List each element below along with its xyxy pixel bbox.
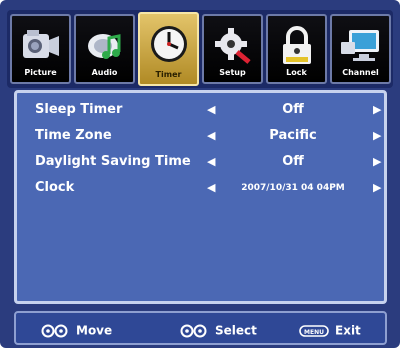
left-arrow-icon[interactable]: ◀ xyxy=(207,97,215,123)
tab-label: Picture xyxy=(24,68,57,77)
row-value: Off xyxy=(282,102,304,117)
tab-label: Audio xyxy=(91,68,118,77)
menu-tab-bar: Picture Audio Timer Setup Lock Channel xyxy=(7,10,393,88)
camera-icon xyxy=(22,30,59,58)
tab-label: Setup xyxy=(219,68,246,77)
tab-audio[interactable]: Audio xyxy=(74,14,135,84)
row-label: Sleep Timer xyxy=(35,102,123,117)
menu-row-sleep-timer[interactable]: Sleep Timer ◀ Off ▶ xyxy=(35,97,385,123)
lock-icon xyxy=(282,26,311,64)
help-move-label: Move xyxy=(76,323,113,338)
left-arrow-icon[interactable]: ◀ xyxy=(207,123,215,149)
select-keys-icon xyxy=(180,324,207,337)
help-move: Move xyxy=(40,321,112,339)
gear-icon xyxy=(214,28,251,64)
tab-setup[interactable]: Setup xyxy=(202,14,263,84)
left-arrow-icon[interactable]: ◀ xyxy=(207,149,215,175)
monitor-icon xyxy=(340,30,379,61)
navigation-keys-icon xyxy=(41,324,68,337)
help-bar: Move Select MENU Exit xyxy=(14,311,387,345)
help-exit: MENU Exit xyxy=(299,321,361,339)
tab-picture[interactable]: Picture xyxy=(10,14,71,84)
right-arrow-icon[interactable]: ▶ xyxy=(373,175,381,201)
right-arrow-icon[interactable]: ▶ xyxy=(373,149,381,175)
menu-key-text: MENU xyxy=(304,329,324,336)
help-exit-label: Exit xyxy=(335,323,361,338)
help-select-label: Select xyxy=(215,323,257,338)
row-label: Clock xyxy=(35,180,75,195)
tab-timer[interactable]: Timer xyxy=(138,12,199,86)
menu-row-clock[interactable]: Clock ◀ 2007/10/31 04 04PM ▶ xyxy=(35,175,385,201)
right-arrow-icon[interactable]: ▶ xyxy=(373,97,381,123)
menu-key-icon: MENU xyxy=(299,324,329,337)
left-arrow-icon[interactable]: ◀ xyxy=(207,175,215,201)
osd-window: Picture Audio Timer Setup Lock Channel S… xyxy=(0,0,400,348)
row-value: Off xyxy=(282,154,304,169)
row-label: Daylight Saving Time xyxy=(35,154,191,169)
right-arrow-icon[interactable]: ▶ xyxy=(373,123,381,149)
row-value: Pacific xyxy=(269,128,317,143)
clock-icon xyxy=(150,26,187,62)
tab-label: Channel xyxy=(342,68,379,77)
row-label: Time Zone xyxy=(35,128,112,143)
tab-channel[interactable]: Channel xyxy=(330,14,391,84)
row-value: 2007/10/31 04 04PM xyxy=(241,183,345,193)
menu-row-time-zone[interactable]: Time Zone ◀ Pacific ▶ xyxy=(35,123,385,149)
help-select: Select xyxy=(179,321,257,339)
tab-label: Timer xyxy=(155,70,182,79)
audio-icon xyxy=(87,34,120,59)
tab-label: Lock xyxy=(286,68,307,77)
menu-row-daylight-saving[interactable]: Daylight Saving Time ◀ Off ▶ xyxy=(35,149,385,175)
timer-menu-panel: Sleep Timer ◀ Off ▶ Time Zone ◀ Pacific … xyxy=(14,90,387,304)
tab-lock[interactable]: Lock xyxy=(266,14,327,84)
